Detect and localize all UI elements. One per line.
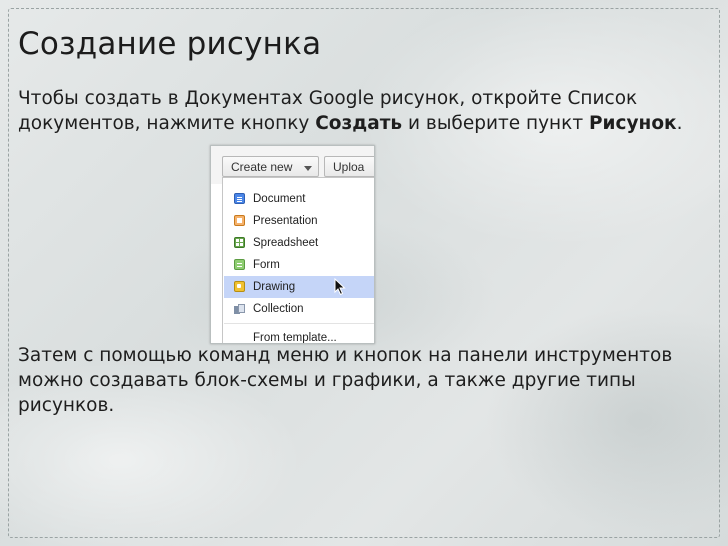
drawing-icon	[234, 281, 245, 292]
menu-item-label: Spreadsheet	[253, 237, 319, 249]
collection-icon	[234, 303, 245, 314]
menu-item-label: Presentation	[253, 215, 318, 227]
create-menu-screenshot: Create new Uploa Document Presentation S…	[210, 145, 375, 344]
menu-item-drawing[interactable]: Drawing	[224, 276, 374, 298]
document-icon	[234, 193, 245, 204]
presentation-icon	[234, 215, 245, 226]
menu-item-form[interactable]: Form	[224, 254, 374, 276]
spreadsheet-icon	[234, 237, 245, 248]
create-new-button[interactable]: Create new	[222, 156, 319, 177]
menu-item-spreadsheet[interactable]: Spreadsheet	[224, 232, 374, 254]
menu-item-label: Form	[253, 259, 280, 271]
menu-divider	[224, 323, 374, 324]
upload-label: Uploa	[333, 160, 365, 174]
intro-bold-drawing: Рисунок	[589, 113, 677, 134]
mouse-pointer-icon	[334, 278, 346, 296]
create-new-label: Create new	[231, 160, 293, 174]
menu-item-presentation[interactable]: Presentation	[224, 210, 374, 232]
menu-item-label: Drawing	[253, 281, 296, 293]
menu-item-label: From template...	[253, 332, 337, 344]
form-icon	[234, 259, 245, 270]
intro-bold-create: Создать	[315, 113, 403, 134]
chevron-down-icon	[304, 166, 312, 171]
outro-paragraph: Затем с помощью команд меню и кнопок на …	[18, 345, 673, 416]
intro-text-2: и выберите пункт	[402, 113, 589, 134]
menu-item-label: Document	[253, 193, 306, 205]
create-new-dropdown: Document Presentation Spreadsheet Form D…	[222, 177, 374, 344]
upload-button[interactable]: Uploa	[324, 156, 374, 177]
intro-paragraph: Чтобы создать в Документах Google рисуно…	[18, 86, 708, 136]
slide-title: Создание рисунка	[18, 26, 322, 62]
menu-item-collection[interactable]: Collection	[224, 298, 374, 320]
menu-item-document[interactable]: Document	[224, 188, 374, 210]
intro-text-3: .	[676, 113, 683, 134]
menu-item-from-template[interactable]: From template...	[224, 327, 374, 344]
menu-item-label: Collection	[253, 303, 304, 315]
